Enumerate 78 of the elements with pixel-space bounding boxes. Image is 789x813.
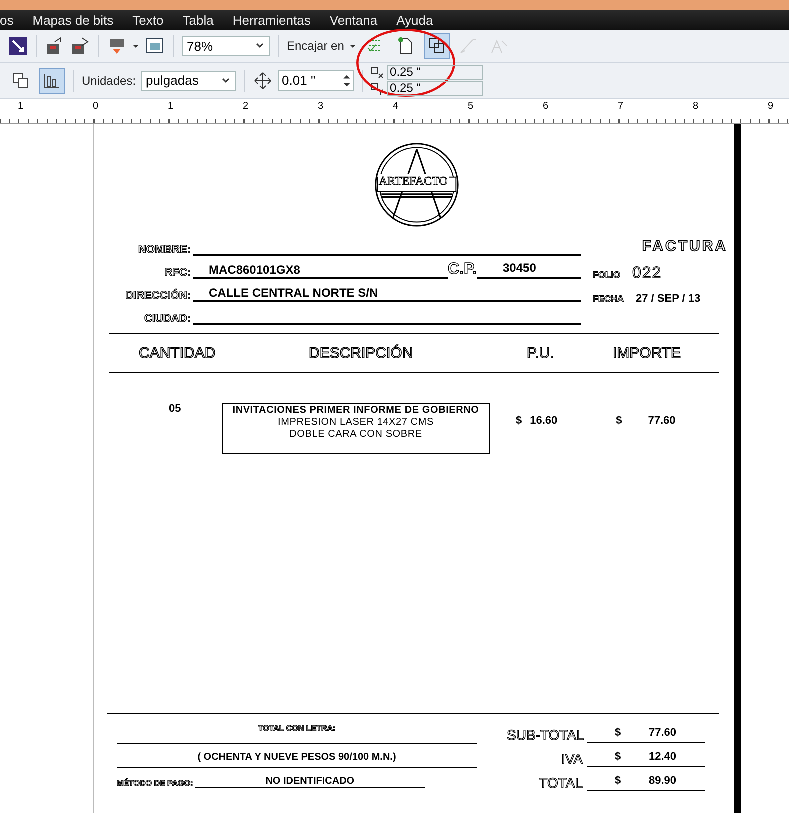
- units-label: Unidades:: [82, 74, 136, 88]
- ruler-label: 1: [168, 101, 174, 112]
- table-cell-text: 05: [169, 403, 182, 415]
- total-label: IVA: [560, 751, 583, 767]
- duplicate-x-field[interactable]: 0.25 ": [387, 65, 484, 80]
- launch-icon[interactable]: [8, 36, 28, 56]
- window-icon[interactable]: [145, 36, 165, 56]
- total-value: 89.90: [649, 775, 677, 787]
- field-value: 30450: [503, 261, 536, 275]
- currency-sign: $: [615, 775, 622, 787]
- field-label: NOMBRE:: [137, 244, 191, 256]
- invoice-title: FACTURA: [641, 238, 729, 255]
- field-label: C.P.: [448, 261, 477, 279]
- menu-item[interactable]: Texto: [124, 12, 174, 28]
- field-value: MAC860101GX8: [209, 263, 300, 277]
- move-icon: [253, 70, 274, 90]
- duplicate-y-field[interactable]: 0.25 ": [387, 81, 484, 96]
- export-icon[interactable]: [70, 36, 90, 56]
- caret-icon[interactable]: [132, 42, 140, 50]
- ruler-label: 7: [618, 101, 624, 112]
- ruler-label: 2: [243, 101, 249, 112]
- snap-label: Encajar en: [287, 39, 344, 53]
- overlapping-squares-icon: [427, 36, 448, 56]
- field-label: RFC:: [164, 267, 191, 279]
- menu-item[interactable]: Tabla: [174, 12, 224, 28]
- overlapping-squares-icon: [11, 70, 31, 90]
- total-value: 77.60: [649, 727, 677, 739]
- currency-sign: $: [615, 727, 622, 739]
- logo-text: ARTEFACTO: [378, 174, 449, 189]
- ruler-label: 4: [393, 101, 399, 112]
- folio-number: 022: [632, 265, 662, 283]
- payment-method-value: NO IDENTIFICADO: [195, 776, 426, 788]
- field-label: DIRECCIÓN:: [124, 290, 191, 302]
- ruler-label: 9: [768, 101, 774, 112]
- menu-item[interactable]: os: [0, 12, 24, 28]
- total-in-words: ( OCHENTA Y NUEVE PESOS 90/100 M.N.): [117, 743, 477, 768]
- menu-item[interactable]: Herramientas: [224, 12, 321, 28]
- payment-method-label: MÉTODO DE PAGO:: [117, 779, 194, 788]
- currency-sign: $: [516, 415, 522, 427]
- field-label: CIUDAD:: [144, 313, 191, 325]
- total-label: SUB-TOTAL: [507, 727, 583, 743]
- date-label: FECHA: [593, 294, 624, 304]
- table-cell-text: 16.60: [530, 415, 559, 427]
- description-line: INVITACIONES PRIMER INFORME DE GOBIERNO: [232, 405, 480, 417]
- ruler-label: 6: [543, 101, 549, 112]
- total-label: TOTAL: [538, 775, 583, 791]
- ruler-label: 5: [468, 101, 474, 112]
- ruler-label: 8: [693, 101, 699, 112]
- units-dropdown[interactable]: pulgadas: [141, 70, 236, 90]
- caret-icon: [221, 76, 232, 86]
- menu-item[interactable]: Ventana: [320, 12, 388, 28]
- menu-item[interactable]: Mapas de bits: [24, 12, 124, 28]
- total-value: 12.40: [649, 751, 677, 763]
- publish-icon[interactable]: [107, 36, 127, 56]
- snap-button[interactable]: [424, 33, 450, 59]
- table-cell: 77.60: [648, 415, 676, 427]
- date-value: 27 / SEP / 13: [636, 293, 701, 305]
- caret-icon: [255, 41, 265, 51]
- column-header: DESCRIPCIÓN: [309, 344, 414, 362]
- field-value: CALLE CENTRAL NORTE S/N: [209, 286, 378, 300]
- ruler-label: 1: [18, 101, 24, 112]
- ruler-label: 3: [318, 101, 324, 112]
- currency-sign: $: [616, 415, 622, 427]
- total-words-label: TOTAL CON LETRA:: [257, 724, 337, 733]
- offset-x-icon: [371, 66, 386, 78]
- zoom-dropdown[interactable]: 78%: [182, 36, 270, 56]
- description-line: IMPRESION LASER 14X27 CMS: [277, 417, 435, 429]
- description-line: DOBLE CARA CON SOBRE: [288, 429, 424, 441]
- column-header: CANTIDAD: [139, 344, 217, 362]
- nudge-field[interactable]: 0.01 ": [278, 70, 354, 91]
- currency-sign: $: [615, 751, 622, 763]
- layout-button[interactable]: [39, 68, 65, 94]
- offset-y-icon: [371, 82, 386, 94]
- column-header: IMPORTE: [613, 344, 682, 362]
- ruler-label: 0: [93, 101, 99, 112]
- caret-icon[interactable]: [349, 42, 358, 50]
- menu-item[interactable]: Ayuda: [388, 12, 444, 28]
- folio-label: FOLIO: [593, 270, 620, 280]
